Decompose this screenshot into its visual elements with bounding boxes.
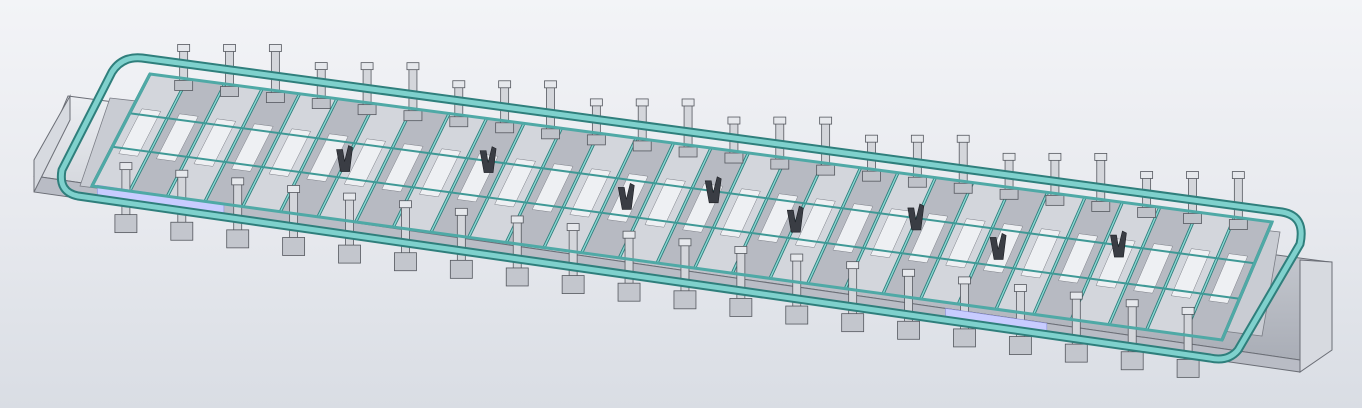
front-support-cap xyxy=(175,169,189,178)
back-locator-post-cap xyxy=(773,116,787,125)
back-locator-post-foot xyxy=(403,110,423,122)
back-locator-post-cap xyxy=(681,98,695,107)
back-locator-post-cap xyxy=(360,62,374,71)
cad-viewport[interactable] xyxy=(0,0,1362,408)
front-support-cap xyxy=(399,200,412,209)
back-locator-post-cap xyxy=(268,44,282,52)
back-locator-post-cap xyxy=(635,98,649,107)
back-locator-post-foot xyxy=(495,122,515,134)
front-support-column xyxy=(289,191,299,242)
front-support-cap xyxy=(343,192,356,201)
back-locator-post-foot xyxy=(541,128,560,140)
front-support-block xyxy=(953,328,976,348)
back-locator-post-foot xyxy=(449,116,469,128)
front-support-cap xyxy=(1125,299,1139,308)
back-locator-post-foot xyxy=(174,80,194,91)
front-support-block xyxy=(1008,336,1032,355)
front-support-cap xyxy=(902,268,915,277)
front-support-cap xyxy=(1069,291,1083,300)
front-support-block xyxy=(394,252,417,272)
front-support-column xyxy=(456,213,466,265)
back-locator-post-foot xyxy=(907,176,927,188)
front-support-block xyxy=(617,282,641,302)
front-support-block xyxy=(841,313,865,333)
back-locator-post-foot xyxy=(632,140,652,152)
front-support-block xyxy=(673,290,697,310)
front-support-block xyxy=(226,229,250,249)
back-locator-post-foot xyxy=(1091,201,1111,212)
front-support-cap xyxy=(958,276,971,285)
back-locator-post-foot xyxy=(724,152,744,164)
front-support-block xyxy=(897,320,920,340)
back-locator-post-foot xyxy=(1183,213,1202,224)
back-locator-post-cap xyxy=(1094,153,1108,161)
front-support-block xyxy=(1120,351,1144,371)
back-locator-post-cap xyxy=(1231,171,1245,179)
back-locator-post-foot xyxy=(1045,194,1065,206)
back-locator-post-cap xyxy=(544,80,557,89)
back-locator-post-cap xyxy=(1140,171,1154,179)
front-support-cap xyxy=(454,207,468,216)
back-locator-post-foot xyxy=(678,146,698,158)
back-locator-post-cap xyxy=(223,44,236,52)
back-locator-post-foot xyxy=(816,164,836,176)
front-support-column xyxy=(233,183,243,235)
front-support-column xyxy=(401,206,410,258)
back-locator-post-cap xyxy=(1048,152,1062,161)
fixture-model xyxy=(33,44,1333,378)
front-support-block xyxy=(785,305,809,325)
front-support-cap xyxy=(231,177,245,186)
back-locator-post-cap xyxy=(819,116,833,125)
back-locator-post-foot xyxy=(999,188,1019,200)
back-locator-post-cap xyxy=(589,98,603,107)
front-support-block xyxy=(282,237,306,256)
front-support-cap xyxy=(119,162,133,171)
back-locator-post-cap xyxy=(406,62,420,71)
front-support-cap xyxy=(622,230,636,239)
back-locator-post-foot xyxy=(1137,207,1157,218)
front-support-cap xyxy=(287,185,301,193)
back-locator-post-cap xyxy=(314,62,328,70)
front-support-block xyxy=(1064,343,1088,363)
front-support-cap xyxy=(1013,284,1027,292)
back-locator-post-foot xyxy=(220,86,239,97)
back-locator-post-foot xyxy=(357,104,377,116)
back-locator-post-cap xyxy=(956,134,970,143)
back-locator-post-foot xyxy=(265,92,285,103)
front-support-block xyxy=(449,259,473,279)
front-support-block xyxy=(1176,358,1200,378)
back-locator-post-cap xyxy=(1186,171,1199,179)
front-support-cap xyxy=(734,246,748,254)
front-support-cap xyxy=(1181,306,1195,315)
back-locator-post-foot xyxy=(770,158,790,170)
back-locator-post-foot xyxy=(862,170,881,182)
front-support-block xyxy=(729,298,753,317)
front-support-cap xyxy=(678,238,692,247)
front-support-column xyxy=(568,229,578,280)
back-locator-post-cap xyxy=(1002,152,1016,161)
front-support-block xyxy=(338,244,361,264)
back-locator-post-cap xyxy=(910,134,924,143)
front-support-cap xyxy=(566,223,580,231)
front-support-column xyxy=(345,198,354,250)
front-support-block xyxy=(170,221,194,241)
back-locator-post-foot xyxy=(953,182,973,194)
front-support-column xyxy=(512,221,522,273)
front-support-block xyxy=(561,275,585,294)
front-support-cap xyxy=(846,261,860,270)
front-support-block xyxy=(505,267,529,287)
front-support-cap xyxy=(790,253,804,262)
back-locator-post-cap xyxy=(498,80,512,89)
back-locator-post-foot xyxy=(311,98,331,109)
back-locator-post-cap xyxy=(865,134,878,143)
back-locator-post-cap xyxy=(727,116,741,125)
front-support-cap xyxy=(510,215,524,224)
back-locator-post-cap xyxy=(177,44,191,52)
base-end-right xyxy=(1299,259,1333,373)
back-locator-post-cap xyxy=(452,80,466,89)
back-locator-post-foot xyxy=(586,134,606,146)
back-locator-post-foot xyxy=(1228,219,1248,230)
front-support-block xyxy=(114,214,138,234)
